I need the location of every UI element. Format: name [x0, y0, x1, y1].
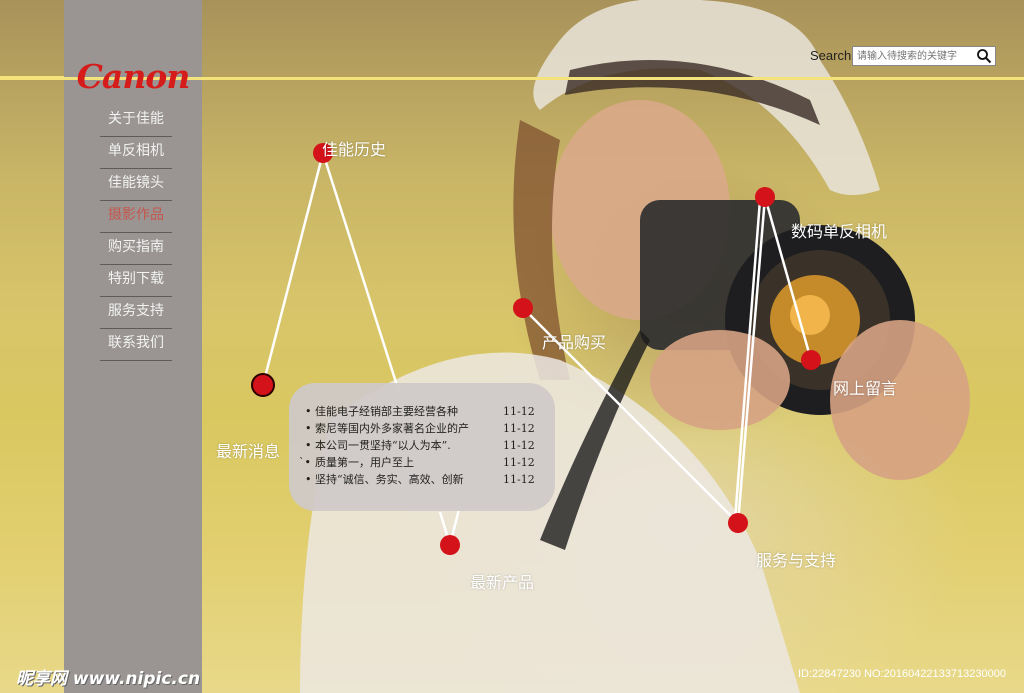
hub-dot-service[interactable]	[728, 513, 748, 533]
news-bullet: `•	[299, 456, 311, 469]
news-title[interactable]: 本公司一贯坚持“以人为本”.	[315, 437, 490, 454]
news-bullet: •	[305, 405, 312, 418]
hub-label-history[interactable]: 佳能历史	[322, 136, 386, 160]
news-panel: • 佳能电子经销部主要经营各种 11-12 • 索尼等国内外多家著名企业的产 1…	[289, 383, 555, 511]
hub-label-message[interactable]: 网上留言	[833, 375, 897, 399]
news-title[interactable]: 坚持“诚信、务实、高效、创新	[315, 471, 490, 488]
news-bullet: •	[305, 473, 312, 486]
hub-label-new-products[interactable]: 最新产品	[470, 569, 534, 593]
hub-dot-dslr[interactable]	[755, 187, 775, 207]
news-bullet: •	[305, 422, 312, 435]
watermark-id: ID:22847230 NO:20160422133713230000	[798, 668, 1006, 680]
hub-dot-new-products[interactable]	[440, 535, 460, 555]
news-title[interactable]: 索尼等国内外多家著名企业的产	[315, 420, 490, 437]
hub-dot-message[interactable]	[801, 350, 821, 370]
hub-label-service[interactable]: 服务与支持	[756, 547, 836, 571]
hub-label-purchase[interactable]: 产品购买	[542, 329, 606, 353]
news-item[interactable]: `• 质量第一，用户至上 11-12	[299, 454, 545, 471]
watermark-site: 昵享网 www.nipic.cn	[16, 669, 201, 689]
news-item[interactable]: • 索尼等国内外多家著名企业的产 11-12	[305, 420, 545, 437]
news-date: 11-12	[503, 456, 535, 469]
news-date: 11-12	[503, 439, 535, 452]
hub-dot-purchase[interactable]	[513, 298, 533, 318]
news-item[interactable]: • 坚持“诚信、务实、高效、创新 11-12	[305, 471, 545, 488]
news-date: 11-12	[503, 405, 535, 418]
news-item[interactable]: • 本公司一贯坚持“以人为本”. 11-12	[305, 437, 545, 454]
news-list: • 佳能电子经销部主要经营各种 11-12 • 索尼等国内外多家著名企业的产 1…	[299, 403, 545, 488]
hub-label-dslr[interactable]: 数码单反相机	[791, 218, 887, 242]
news-title[interactable]: 质量第一，用户至上	[315, 454, 490, 471]
hub-dot-news[interactable]	[251, 373, 275, 397]
news-date: 11-12	[503, 473, 535, 486]
news-title[interactable]: 佳能电子经销部主要经营各种	[315, 403, 490, 420]
news-date: 11-12	[503, 422, 535, 435]
hub-label-news[interactable]: 最新消息	[216, 438, 280, 462]
news-bullet: •	[305, 439, 312, 452]
news-item[interactable]: • 佳能电子经销部主要经营各种 11-12	[305, 403, 545, 420]
